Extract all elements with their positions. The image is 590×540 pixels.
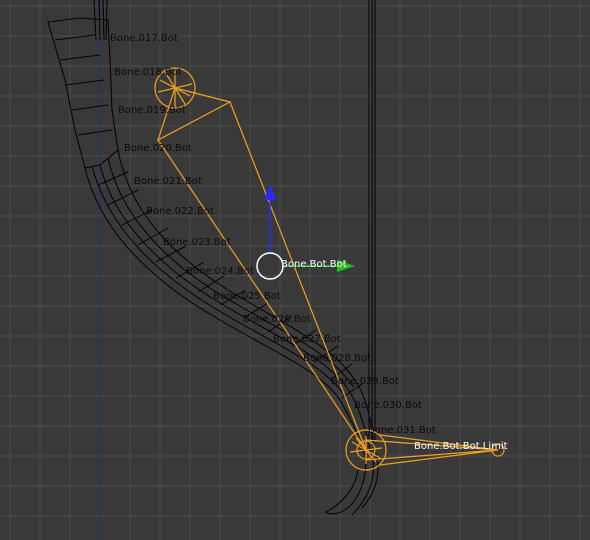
3d-viewport[interactable]: Bone.017.Bot Bone.018.Bot Bone.019.Bot B… [0, 0, 590, 540]
bone-label-020: Bone.020.Bot [124, 143, 192, 154]
bone-label-029: Bone.029.Bot [331, 376, 399, 387]
bone-label-024: Bone.024.Bot [186, 266, 254, 277]
bone-label-018: Bone.018.Bot [114, 67, 182, 78]
bone-label-031: Bone.031.Bot [368, 425, 436, 436]
bone-label-028: Bone.028.Bot [303, 353, 371, 364]
bone-label-026: Bone.026.Bot [243, 314, 311, 325]
bone-label-021: Bone.021.Bot [134, 176, 202, 187]
active-bone-label: Bone.Bot.Bot [281, 259, 347, 270]
bone-label-022: Bone.022.Bot [146, 206, 214, 217]
limit-bone-label: Bone.Bot.Bot.Limit [414, 441, 508, 452]
bone-label-027: Bone.027.Bot [273, 334, 341, 345]
bone-label-030: Bone.030.Bot [354, 400, 422, 411]
bone-label-019: Bone.019.Bot [118, 105, 186, 116]
gizmo-center-ring[interactable] [256, 252, 284, 280]
bone-label-017: Bone.017.Bot [110, 33, 178, 44]
bone-label-025: Bone.025.Bot [213, 291, 281, 302]
bone-label-023: Bone.023.Bot [163, 237, 231, 248]
